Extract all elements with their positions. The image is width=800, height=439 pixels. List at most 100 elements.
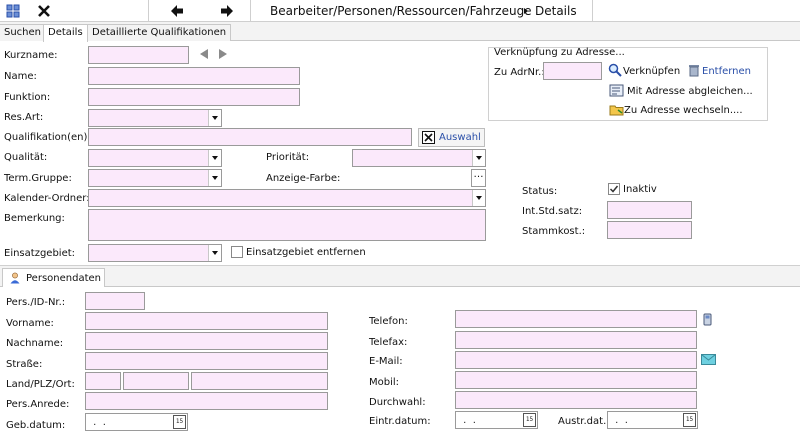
kalenderordner-dropdown[interactable] bbox=[88, 189, 486, 207]
chevron-down-icon bbox=[208, 150, 221, 166]
abgleichen-button[interactable]: Mit Adresse abgleichen... bbox=[627, 85, 753, 99]
auswahl-button[interactable]: Auswahl bbox=[418, 128, 485, 147]
eintrdatum-value: . . bbox=[460, 415, 476, 426]
breadcrumb-current: Details bbox=[535, 4, 577, 18]
envelope-icon[interactable] bbox=[701, 354, 716, 365]
wechseln-button[interactable]: Zu Adresse wechseln.... bbox=[624, 104, 743, 118]
einsatzgebiet-entfernen-checkbox[interactable] bbox=[231, 246, 243, 258]
gebdatum-label: Geb.datum: bbox=[6, 420, 66, 431]
telefax-input[interactable] bbox=[455, 331, 697, 349]
close-icon[interactable] bbox=[37, 4, 51, 18]
tab-personendaten[interactable]: Personendaten bbox=[2, 268, 105, 287]
entfernen-button[interactable]: Entfernen bbox=[702, 65, 751, 79]
bemerkung-textarea[interactable] bbox=[88, 209, 486, 241]
telefon-input[interactable] bbox=[455, 310, 697, 328]
back-arrow-icon[interactable] bbox=[170, 4, 184, 18]
inaktiv-checkbox[interactable] bbox=[608, 183, 620, 195]
nachname-input[interactable] bbox=[85, 332, 328, 350]
calendar-icon[interactable]: 15 bbox=[683, 413, 696, 427]
verknuepfen-button[interactable]: Verknüpfen bbox=[623, 65, 680, 79]
intstdsatz-input[interactable] bbox=[607, 201, 692, 219]
persanrede-input[interactable] bbox=[85, 392, 328, 410]
adrnr-input[interactable] bbox=[543, 62, 602, 80]
kurzname-label: Kurzname: bbox=[4, 50, 58, 61]
mobil-input[interactable] bbox=[455, 371, 697, 389]
bemerkung-label: Bemerkung: bbox=[4, 213, 65, 224]
name-label: Name: bbox=[4, 71, 37, 82]
gebdatum-input[interactable]: . . 15 bbox=[85, 413, 188, 431]
ellipsis-icon: … bbox=[473, 169, 484, 180]
strasse-input[interactable] bbox=[85, 352, 328, 370]
land-input[interactable] bbox=[85, 372, 121, 390]
funktion-input[interactable] bbox=[88, 88, 300, 106]
folder-icon bbox=[609, 103, 624, 116]
calendar-icon[interactable]: 15 bbox=[173, 415, 186, 429]
einsatzgebiet-dropdown[interactable] bbox=[88, 244, 222, 262]
tab-label: Details bbox=[48, 27, 83, 38]
persid-label: Pers./ID-Nr.: bbox=[6, 297, 66, 308]
funktion-label: Funktion: bbox=[4, 92, 51, 103]
anzeigefarbe-label: Anzeige-Farbe: bbox=[266, 173, 341, 184]
durchwahl-input[interactable] bbox=[455, 391, 697, 409]
einsatzgebiet-label: Einsatzgebiet: bbox=[4, 248, 76, 259]
prioritaet-label: Priorität: bbox=[266, 152, 310, 163]
durchwahl-label: Durchwahl: bbox=[369, 397, 426, 408]
close-box-icon bbox=[422, 131, 435, 144]
gebdatum-value: . . bbox=[90, 417, 106, 428]
plz-input[interactable] bbox=[123, 372, 189, 390]
forward-arrow-icon[interactable] bbox=[220, 4, 234, 18]
intstdsatz-label: Int.Std.satz: bbox=[522, 206, 583, 217]
prioritaet-dropdown[interactable] bbox=[352, 149, 486, 167]
eintrdatum-input[interactable]: . . 15 bbox=[455, 411, 538, 429]
chevron-down-icon bbox=[472, 150, 485, 166]
tab-label: Detaillierte Qualifikationen bbox=[92, 27, 227, 38]
address-card-icon bbox=[609, 84, 624, 97]
qualifikationen-label: Qualifikation(en): bbox=[4, 132, 91, 143]
name-input[interactable] bbox=[88, 67, 300, 85]
persanrede-label: Pers.Anrede: bbox=[6, 399, 70, 410]
termgruppe-dropdown[interactable] bbox=[88, 169, 222, 187]
kalenderordner-label: Kalender-Ordner: bbox=[4, 193, 90, 204]
einsatzgebiet-entfernen-label: Einsatzgebiet entfernen bbox=[246, 247, 366, 258]
vorname-input[interactable] bbox=[85, 312, 328, 330]
tab-details[interactable]: Details bbox=[43, 24, 88, 42]
email-label: E-Mail: bbox=[369, 356, 403, 367]
nachname-label: Nachname: bbox=[6, 338, 64, 349]
tab-suchen[interactable]: Suchen bbox=[0, 24, 47, 41]
breadcrumb-path[interactable]: Bearbeiter/Personen/Ressourcen/Fahrzeuge bbox=[270, 4, 532, 18]
phone-icon[interactable] bbox=[703, 313, 712, 326]
breadcrumb-chevron-icon bbox=[524, 8, 528, 14]
auswahl-label: Auswahl bbox=[439, 132, 481, 143]
address-group-title: Verknüpfung zu Adresse... bbox=[494, 47, 625, 58]
calendar-icon[interactable]: 15 bbox=[523, 413, 536, 427]
landplzort-label: Land/PLZ/Ort: bbox=[6, 379, 75, 390]
stammkost-input[interactable] bbox=[607, 221, 692, 239]
persid-input[interactable] bbox=[85, 292, 145, 310]
email-input[interactable] bbox=[455, 351, 697, 369]
tab-label: Suchen bbox=[4, 27, 42, 38]
eintrdatum-label: Eintr.datum: bbox=[369, 416, 431, 427]
chevron-down-icon bbox=[208, 170, 221, 186]
personendaten-tab-strip: Personendaten bbox=[0, 265, 800, 287]
toolbar-separator bbox=[592, 0, 593, 22]
telefon-label: Telefon: bbox=[369, 316, 408, 327]
resart-dropdown[interactable] bbox=[88, 109, 222, 127]
prev-record-icon[interactable] bbox=[200, 49, 208, 59]
toolbar-separator bbox=[148, 0, 149, 22]
austrdat-input[interactable]: . . 15 bbox=[607, 411, 698, 429]
termgruppe-label: Term.Gruppe: bbox=[4, 173, 72, 184]
inaktiv-label: Inaktiv bbox=[623, 184, 657, 195]
person-icon bbox=[9, 272, 21, 284]
vorname-label: Vorname: bbox=[6, 318, 54, 329]
chevron-down-icon bbox=[208, 110, 221, 126]
qualifikationen-input[interactable] bbox=[88, 128, 412, 146]
tab-detaillierte-qualifikationen[interactable]: Detaillierte Qualifikationen bbox=[87, 24, 232, 41]
tab-label: Personendaten bbox=[26, 273, 101, 284]
kurzname-input[interactable] bbox=[88, 46, 189, 64]
austrdat-value: . . bbox=[612, 415, 628, 426]
anzeigefarbe-button[interactable]: … bbox=[471, 169, 486, 187]
qualitaet-dropdown[interactable] bbox=[88, 149, 222, 167]
ort-input[interactable] bbox=[191, 372, 328, 390]
grid-icon[interactable] bbox=[6, 4, 20, 18]
next-record-icon[interactable] bbox=[219, 49, 227, 59]
